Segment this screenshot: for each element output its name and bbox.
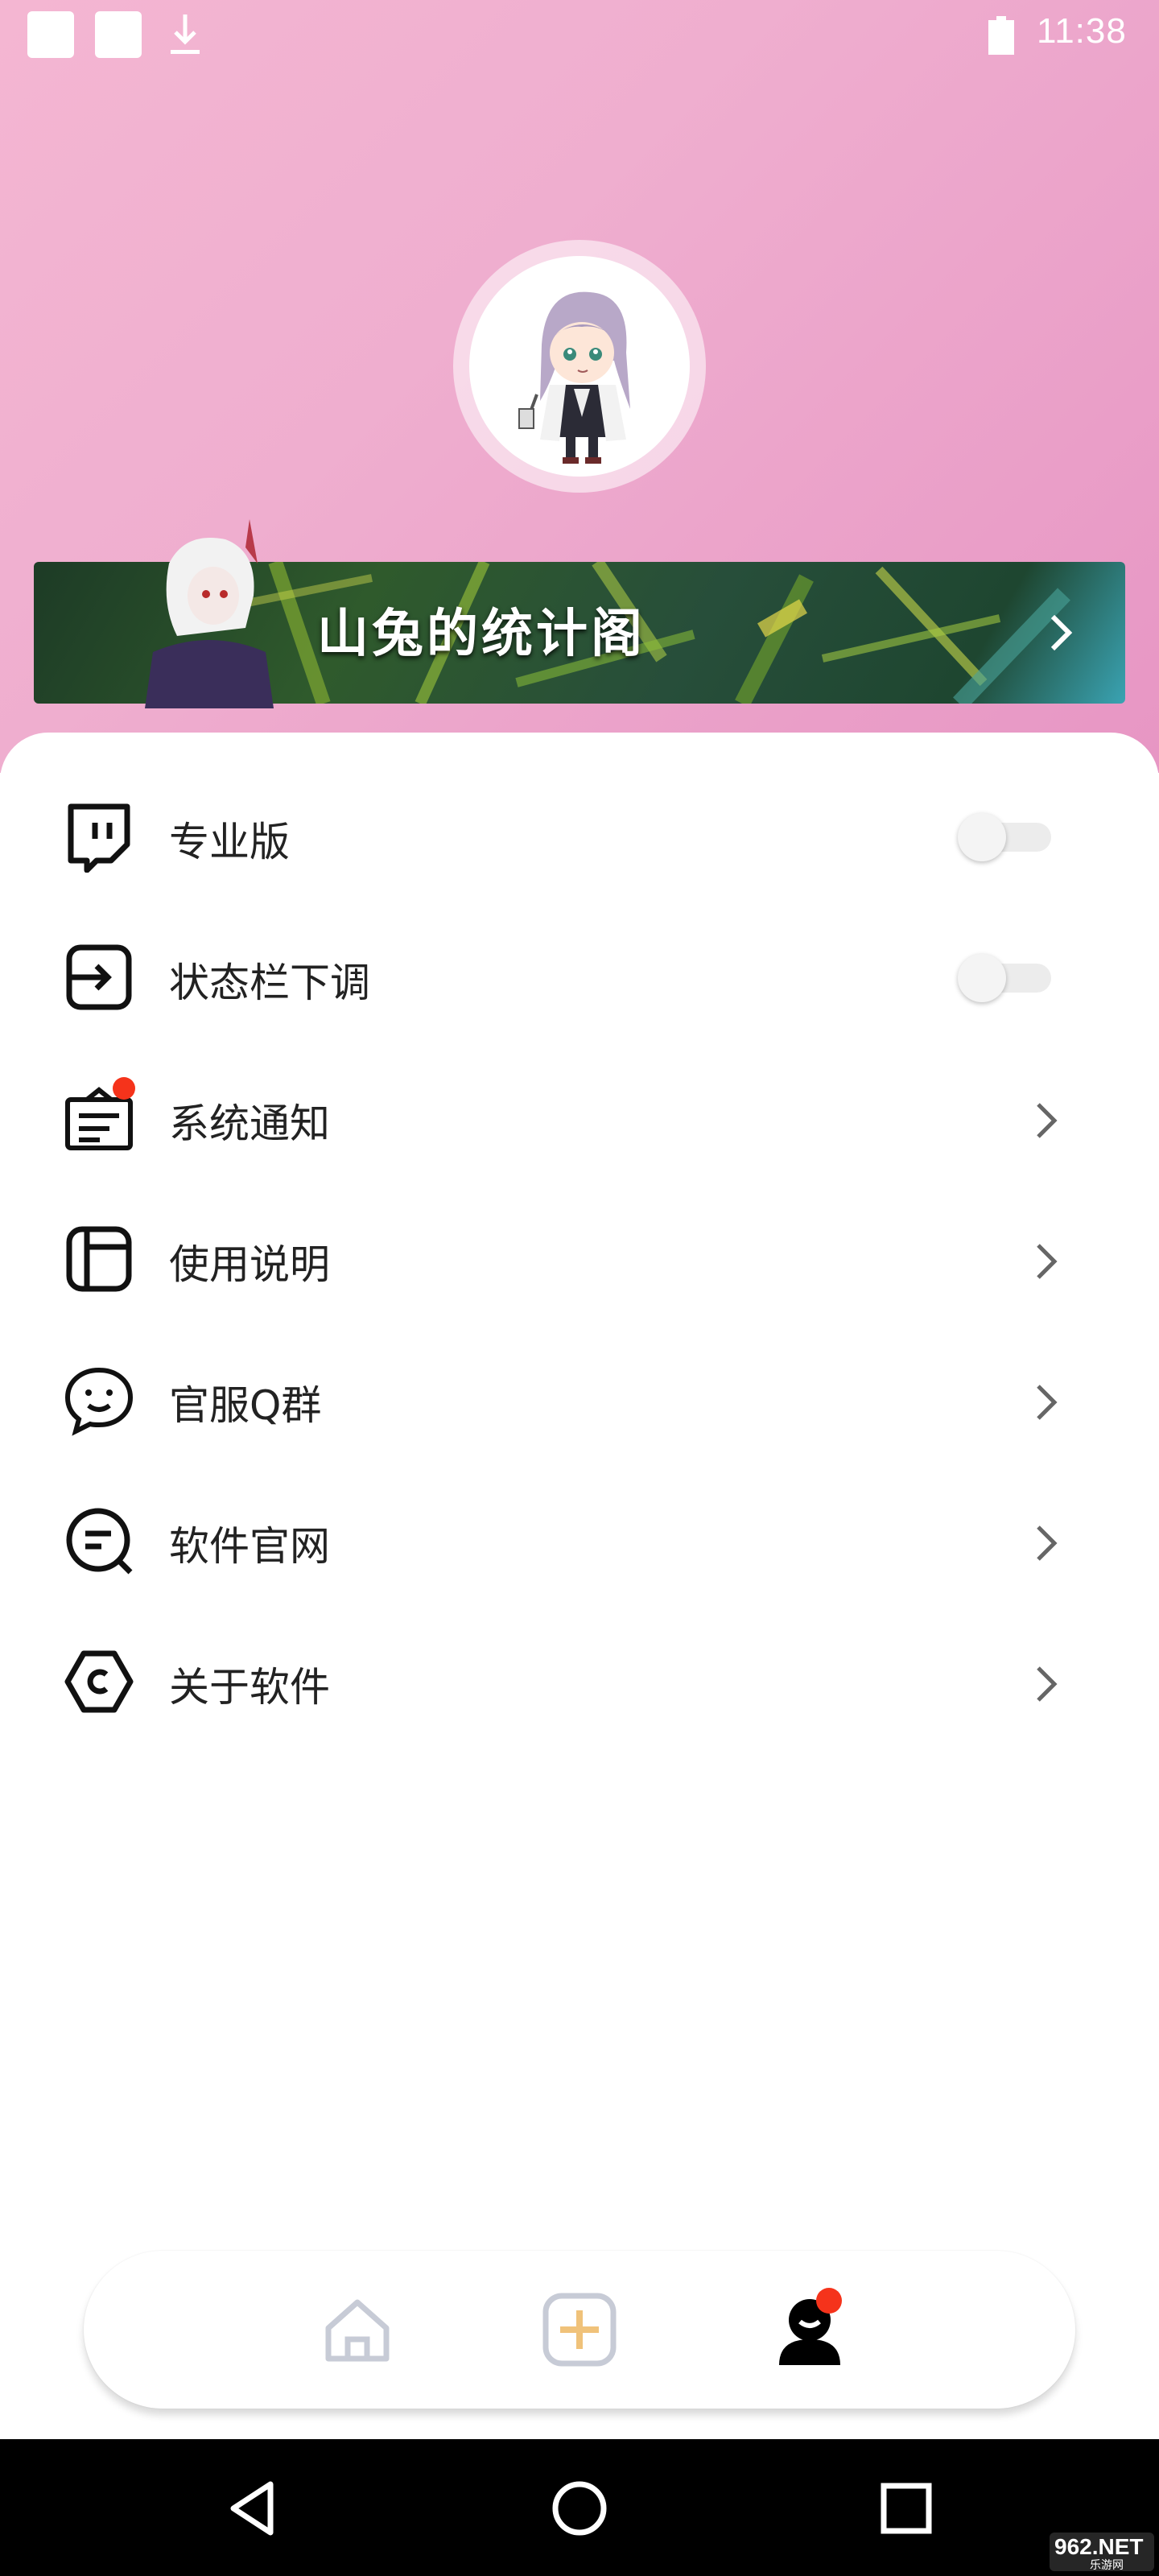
hexagon-icon [64, 1650, 134, 1713]
toggle-knob [958, 954, 1006, 1002]
menu-item-system-notification[interactable]: 系统通知 [0, 1053, 1159, 1174]
watermark-logo: 962.NET 乐游网 [1050, 2533, 1154, 2572]
chibi-character-avatar-icon [518, 291, 630, 464]
chevron-right-icon [1037, 1244, 1058, 1279]
notebook-icon [66, 1226, 132, 1292]
menu-item-official-qq-group[interactable]: 官服Q群 [0, 1335, 1159, 1455]
menu-label: 使用说明 [169, 1241, 330, 1288]
home-circle-icon[interactable] [547, 2476, 612, 2541]
profile-badge [816, 2288, 842, 2314]
battery-icon [988, 16, 1014, 55]
chevron-right-icon [1037, 1103, 1058, 1138]
pro-version-toggle[interactable] [958, 813, 1053, 861]
recents-icon[interactable] [874, 2476, 938, 2541]
back-icon[interactable] [222, 2476, 287, 2541]
menu-label: 系统通知 [169, 1100, 330, 1147]
notification-badge [113, 1077, 135, 1100]
toggle-knob [958, 813, 1006, 861]
menu-label: 官服Q群 [169, 1382, 322, 1429]
menu-label: 专业版 [169, 819, 290, 865]
notification-square-icon [95, 11, 142, 58]
menu-item-status-bar-lower[interactable]: 状态栏下调 [0, 912, 1159, 1033]
chevron-right-icon [1037, 1666, 1058, 1702]
system-navigation-bar [0, 2439, 1159, 2576]
notification-square-icon [27, 11, 74, 58]
chevron-right-icon [1037, 1385, 1058, 1420]
menu-label: 关于软件 [169, 1664, 330, 1711]
download-icon [171, 14, 200, 54]
status-bar: 11:38 [0, 0, 1159, 71]
home-icon[interactable] [317, 2289, 398, 2370]
menu-label: 状态栏下调 [169, 960, 370, 1006]
banner-character-illustration [145, 519, 274, 708]
menu-item-about-software[interactable]: 关于软件 [0, 1616, 1159, 1737]
chevron-right-icon [1050, 614, 1073, 651]
banner-title: 山兔的统计阁 [317, 604, 645, 664]
status-bar-lower-toggle[interactable] [958, 954, 1053, 1002]
menu-item-instructions[interactable]: 使用说明 [0, 1194, 1159, 1315]
twitch-icon [68, 803, 130, 873]
menu-label: 软件官网 [169, 1523, 330, 1570]
menu-item-official-website[interactable]: 软件官网 [0, 1476, 1159, 1596]
status-time: 11:38 [1037, 11, 1127, 51]
chat-smile-icon [64, 1367, 134, 1436]
chevron-right-icon [1037, 1525, 1058, 1561]
bottom-navigation [84, 2251, 1075, 2409]
menu-item-pro-version[interactable]: 专业版 [0, 771, 1159, 892]
watermark-subtext: 乐游网 [1090, 2559, 1124, 2572]
avatar[interactable] [469, 256, 690, 477]
chat-search-icon [66, 1508, 133, 1575]
add-icon[interactable] [539, 2289, 620, 2370]
enter-square-icon [66, 944, 132, 1010]
